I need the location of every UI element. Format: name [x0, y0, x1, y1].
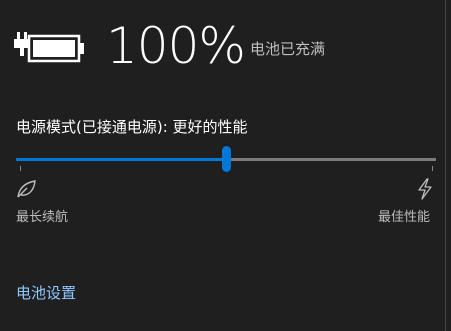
- slider-left-label: 最长续航: [16, 210, 69, 225]
- slider-track-empty: [231, 158, 436, 161]
- battery-flyout: 100% 电池已充满 电源模式(已接通电源): 更好的性能 最长续航 最佳性能 …: [0, 0, 446, 331]
- battery-settings-link[interactable]: 电池设置: [16, 282, 76, 303]
- battery-plugged-icon: [14, 32, 84, 63]
- slider-right-label: 最佳性能: [377, 210, 430, 225]
- slider-track-filled: [16, 158, 222, 161]
- battery-status-row: 100% 电池已充满: [14, 17, 434, 82]
- battery-status-text: 电池已充满: [250, 40, 326, 58]
- slider-tick-left: [20, 166, 21, 171]
- battery-percent: 100%: [106, 17, 246, 75]
- slider-thumb[interactable]: [222, 146, 231, 172]
- leaf-icon: [17, 180, 36, 198]
- power-mode-slider[interactable]: [16, 146, 436, 174]
- power-mode-label: 电源模式(已接通电源): 更好的性能: [16, 118, 248, 136]
- lightning-icon: [418, 178, 432, 200]
- slider-tick-right: [432, 166, 433, 171]
